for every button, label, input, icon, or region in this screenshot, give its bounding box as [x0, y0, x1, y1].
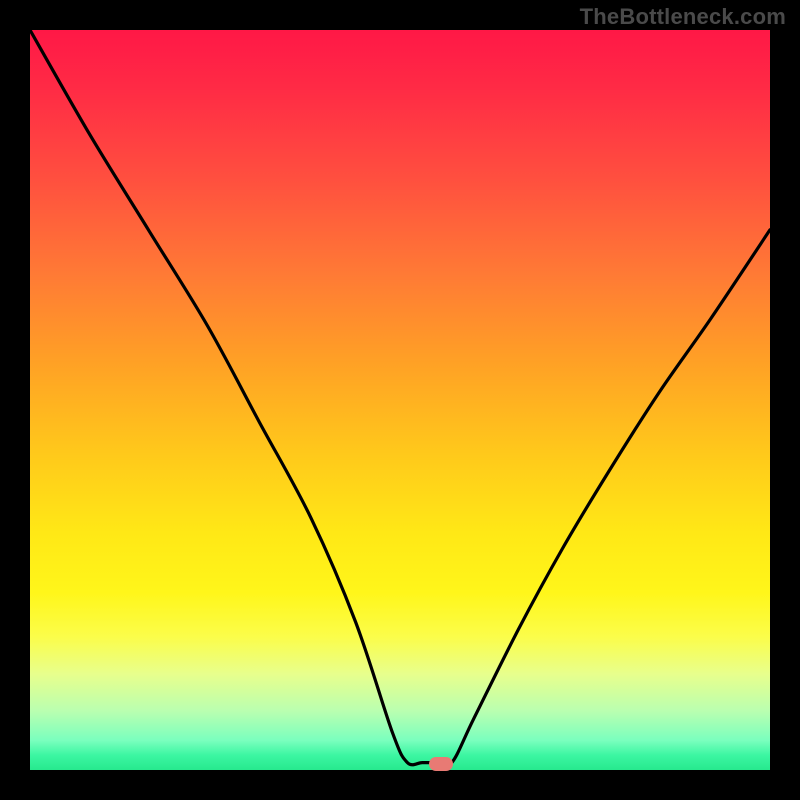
curve-path — [30, 30, 770, 766]
watermark-text: TheBottleneck.com — [580, 4, 786, 30]
optimal-marker — [429, 757, 453, 771]
bottleneck-curve — [30, 30, 770, 770]
plot-area — [30, 30, 770, 770]
chart-frame: TheBottleneck.com — [0, 0, 800, 800]
